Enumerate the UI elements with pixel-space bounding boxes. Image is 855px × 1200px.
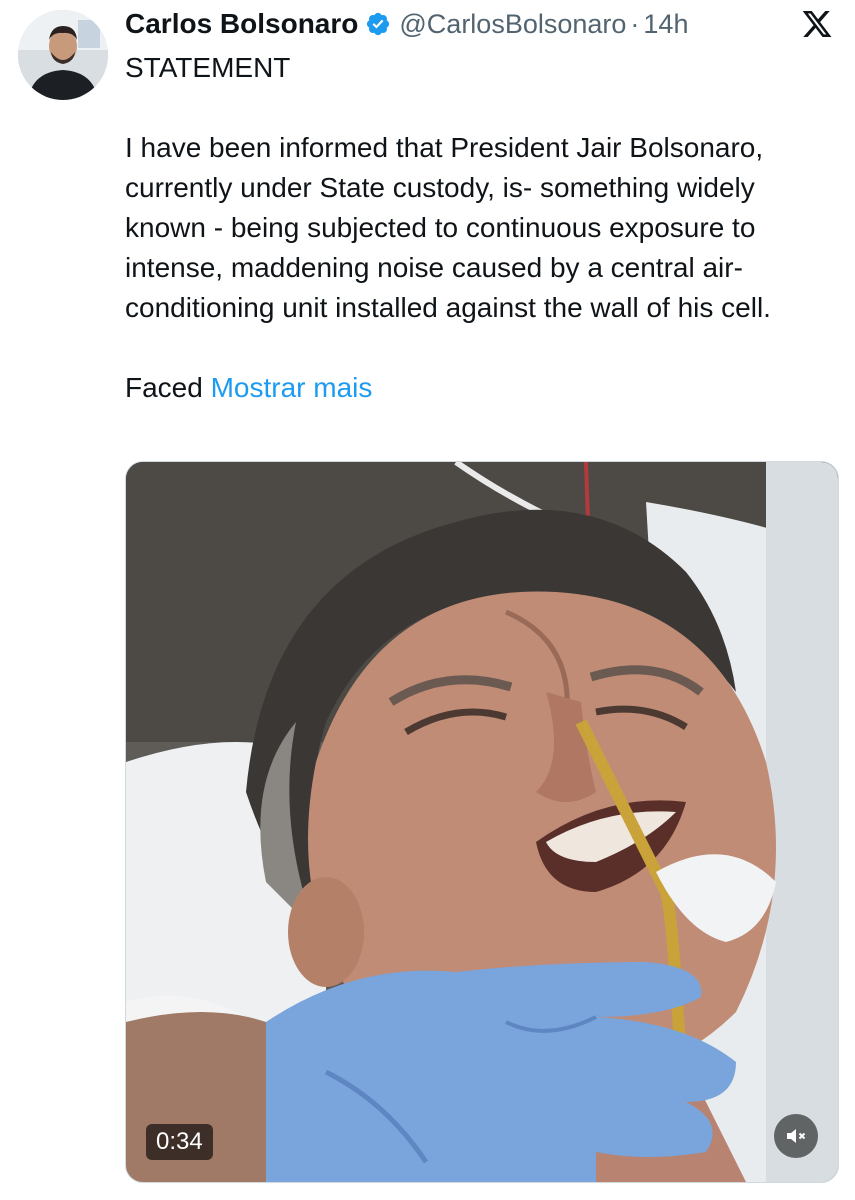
- avatar-photo: [18, 10, 108, 100]
- x-logo-icon: [802, 11, 832, 37]
- statement-paragraph: I have been informed that President Jair…: [125, 132, 771, 323]
- separator-dot: ·: [630, 8, 640, 39]
- truncated-text: Faced: [125, 372, 203, 403]
- video-player[interactable]: 0:34: [125, 461, 839, 1183]
- verified-badge-icon: [367, 12, 390, 36]
- mute-button[interactable]: [774, 1114, 818, 1158]
- show-more-link[interactable]: Mostrar mais: [211, 372, 373, 403]
- statement-heading: STATEMENT: [125, 52, 291, 83]
- tweet-text: STATEMENT I have been informed that Pres…: [125, 48, 835, 408]
- display-name[interactable]: Carlos Bolsonaro: [125, 8, 358, 40]
- timestamp[interactable]: 14h: [643, 9, 688, 40]
- tweet-header: Carlos Bolsonaro @CarlosBolsonaro · 14h: [125, 6, 835, 42]
- truncated-line: Faced Mostrar mais: [125, 368, 835, 408]
- video-frame: [126, 462, 838, 1182]
- speaker-muted-icon: [787, 1129, 806, 1143]
- avatar[interactable]: [18, 10, 108, 100]
- user-handle[interactable]: @CarlosBolsonaro: [399, 9, 626, 40]
- video-duration: 0:34: [146, 1124, 213, 1160]
